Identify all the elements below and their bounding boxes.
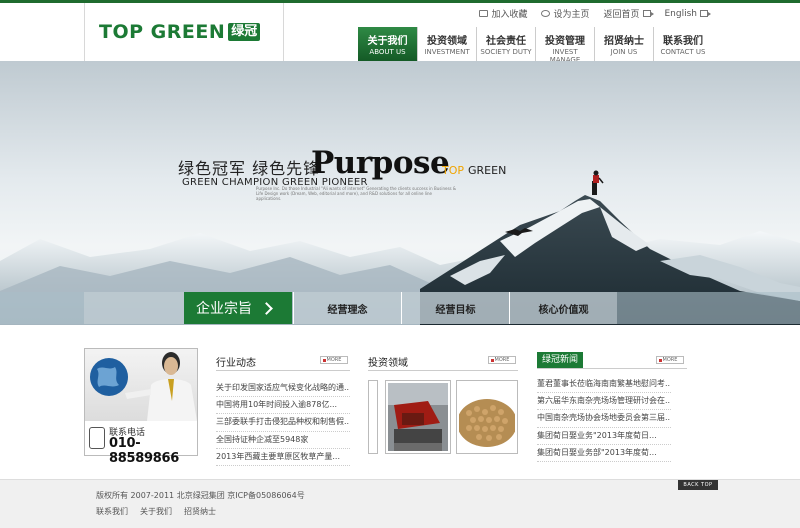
main-nav: 关于我们 ABOUT US 投资领域 INVESTMENT 社会责任 SOCIE… — [358, 27, 712, 64]
nav-label-cn: 关于我们 — [367, 36, 408, 47]
footer-link-jobs[interactable]: 招贤纳士 — [184, 506, 216, 517]
logo[interactable]: TOP GREEN 绿冠 — [84, 3, 284, 61]
news-link[interactable]: 第六届华东南杂壳场场管理研讨会在... — [537, 396, 671, 405]
nav-label-cn: 投资管理 — [545, 36, 585, 47]
news-link[interactable]: 三部委联手打击侵犯品种权和制售假... — [216, 417, 350, 426]
set-homepage-label: 设为主页 — [553, 10, 590, 20]
set-homepage-link[interactable]: 设为主页 — [541, 7, 589, 20]
logo-text: TOP GREEN — [99, 21, 226, 43]
nav-label-cn: 联系我们 — [663, 36, 703, 47]
tab-label: 核心价值观 — [538, 304, 589, 316]
arrow-icon — [700, 10, 711, 17]
slogan-fine-print: Purpose Inc. Do those Industrial "Ali wa… — [256, 186, 457, 201]
divider — [368, 370, 518, 371]
footer-link-contact[interactable]: 联系我们 — [96, 506, 128, 517]
list-item[interactable]: 三部委联手打击侵犯品种权和制售假... — [216, 414, 350, 432]
list-item[interactable]: 全国持证种企减至5948家 — [216, 432, 350, 449]
return-home-label: 返回首页 — [603, 10, 640, 20]
slogan-chinese: 绿色冠军 绿色先锋 — [178, 159, 321, 178]
nav-investment[interactable]: 投资领域 INVESTMENT — [417, 27, 476, 61]
add-favorite-link[interactable]: 加入收藏 — [479, 7, 527, 20]
list-item[interactable]: 第六届华东南杂壳场场管理研讨会在... — [537, 393, 671, 411]
gallery-thumb-machinery[interactable] — [385, 380, 451, 454]
tab-business-goals[interactable]: 经营目标 — [401, 292, 509, 324]
industry-more-button[interactable]: MORE — [320, 356, 348, 364]
slogan-green-word: GREEN — [468, 164, 507, 177]
logo-cn-badge: 绿冠 — [228, 23, 261, 41]
banner-tab-spacer — [84, 292, 184, 324]
gallery-thumb[interactable] — [368, 380, 378, 454]
investment-title: 投资领域 — [368, 358, 408, 369]
nav-society-duty[interactable]: 社会责任 SOCIETY DUTY — [476, 27, 535, 61]
list-item[interactable]: 中国南杂壳场协会场地委员会第三届... — [537, 410, 671, 428]
industry-news-title: 行业动态 — [216, 358, 256, 369]
add-favorite-label: 加入收藏 — [491, 10, 528, 20]
news-link[interactable]: 中国南杂壳场协会场地委员会第三届... — [537, 413, 671, 422]
contact-phone-number: 010-88589866 — [109, 436, 179, 466]
hero-banner: 绿色冠军 绿色先锋 GREEN CHAMPION GREEN PIONEER P… — [0, 61, 800, 325]
news-link[interactable]: 中国将用10年时间投入逾878亿... — [216, 400, 337, 409]
copyright-text: 版权所有 2007-2011 北京绿冠集团 京ICP备05086064号 — [96, 491, 305, 500]
return-home-link[interactable]: 返回首页 — [603, 7, 654, 20]
investment-gallery — [368, 380, 518, 454]
tab-label: 经营目标 — [435, 304, 476, 316]
nav-label-en: JOIN US — [610, 48, 638, 56]
tab-label: 经营理念 — [327, 304, 368, 316]
news-link[interactable]: 集团荀日娶业务部"2013年度荀... — [537, 448, 657, 457]
green-news-more-button[interactable]: MORE — [656, 356, 684, 364]
nav-label-cn: 社会责任 — [486, 36, 526, 47]
gallery-thumb-seeds[interactable] — [456, 380, 518, 454]
slogan-purpose: Purpose — [311, 145, 450, 181]
tab-company-purpose-label: 企业宗旨 — [196, 301, 252, 317]
phone-icon — [89, 427, 105, 449]
nav-label-en: CONTACT US — [660, 48, 706, 56]
back-top-button[interactable]: BACK TOP — [678, 480, 718, 490]
investment-more-button[interactable]: MORE — [488, 356, 516, 364]
list-item[interactable]: 2013年西藏主要草原区牧草产量... — [216, 449, 350, 467]
list-item[interactable]: 董君董事长莅临海南南繁基地慰问考... — [537, 376, 671, 394]
nav-label-cn: 招贤纳士 — [604, 36, 644, 47]
nav-about-us[interactable]: 关于我们 ABOUT US — [358, 27, 417, 61]
nav-label-cn: 投资领域 — [427, 36, 467, 47]
nav-label-en: ABOUT US — [369, 48, 406, 56]
tab-company-purpose[interactable]: 企业宗旨 — [184, 292, 292, 324]
list-item[interactable]: 中国将用10年时间投入逾878亿... — [216, 397, 350, 415]
english-link[interactable]: English — [664, 7, 711, 20]
tab-business-philosophy[interactable]: 经营理念 — [293, 292, 401, 324]
list-item[interactable]: 关于印发国家适应气候变化战略的通... — [216, 380, 350, 398]
contact-card[interactable]: 联系电话 010-88589866 — [84, 348, 198, 466]
tab-core-values[interactable]: 核心价值观 — [509, 292, 617, 324]
businessman-globe-photo — [85, 349, 197, 421]
news-link[interactable]: 2013年西藏主要草原区牧草产量... — [216, 452, 340, 461]
footer-links: 联系我们 关于我们 招贤纳士 — [96, 506, 216, 517]
home-icon — [541, 10, 551, 17]
chevron-right-icon — [260, 301, 273, 315]
green-news-title: 绿冠新闻 — [537, 352, 583, 368]
slogan-top-word: TOP — [442, 164, 465, 177]
list-item[interactable]: 集团荀日娶业务部"2013年度荀... — [537, 445, 671, 463]
return-icon — [642, 10, 654, 17]
english-label: English — [664, 8, 698, 19]
utility-links: 加入收藏 设为主页 返回首页 English — [479, 7, 711, 20]
divider — [537, 368, 687, 369]
news-link[interactable]: 集团荀日娶业务"2013年度荀日... — [537, 431, 657, 440]
nav-label-en: INVESTMENT — [424, 48, 470, 56]
industry-news-list: 关于印发国家适应气候变化战略的通... 中国将用10年时间投入逾878亿... … — [216, 380, 350, 467]
news-link[interactable]: 董君董事长莅临海南南繁基地慰问考... — [537, 379, 671, 388]
footer-link-about[interactable]: 关于我们 — [140, 506, 172, 517]
list-item[interactable]: 集团荀日娶业务"2013年度荀日... — [537, 428, 671, 445]
news-link[interactable]: 全国持证种企减至5948家 — [216, 435, 308, 444]
divider — [216, 370, 350, 371]
nav-label-en: SOCIETY DUTY — [480, 48, 532, 56]
green-news-list: 董君董事长莅临海南南繁基地慰问考... 第六届华东南杂壳场场管理研讨会在... … — [537, 376, 671, 463]
nav-invest-manage[interactable]: 投资管理 INVEST MANAGE — [535, 27, 594, 64]
nav-contact-us[interactable]: 联系我们 CONTACT US — [653, 27, 712, 61]
news-link[interactable]: 关于印发国家适应气候变化战略的通... — [216, 383, 350, 392]
mail-icon — [479, 10, 489, 17]
nav-join-us[interactable]: 招贤纳士 JOIN US — [594, 27, 653, 61]
